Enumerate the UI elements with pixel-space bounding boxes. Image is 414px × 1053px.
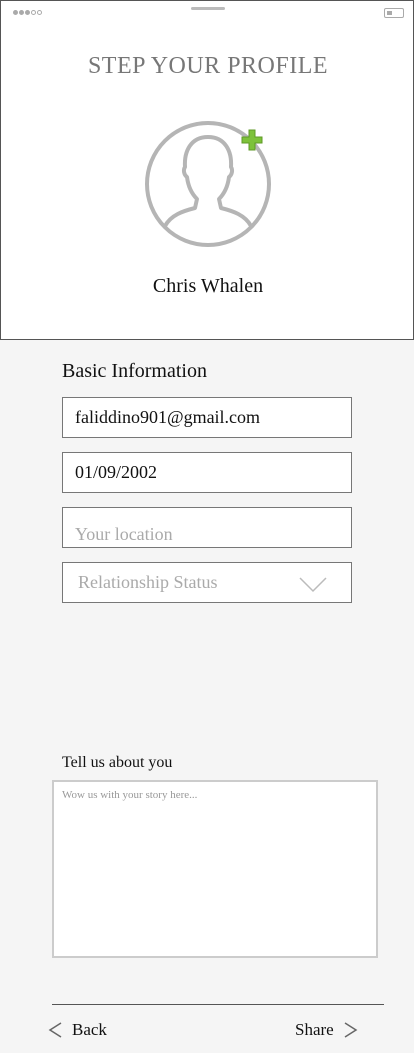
about-label: Tell us about you: [62, 754, 173, 771]
signal-icon: [13, 10, 42, 15]
about-placeholder: Wow us with your story here...: [62, 789, 198, 801]
chevron-right-icon: [344, 1022, 358, 1038]
section-heading-basic-info: Basic Information: [62, 360, 207, 382]
share-label: Share: [295, 1020, 334, 1039]
battery-icon: [384, 8, 404, 18]
back-label: Back: [72, 1020, 107, 1039]
about-textarea[interactable]: Wow us with your story here...: [52, 780, 378, 958]
location-field[interactable]: Your location: [62, 507, 352, 548]
user-name: Chris Whalen: [152, 275, 264, 297]
footer-divider: [52, 1004, 384, 1005]
page-title: STEP YOUR PROFILE: [87, 53, 329, 79]
back-button[interactable]: Back: [48, 1020, 107, 1040]
email-field[interactable]: faliddino901@gmail.com: [62, 397, 352, 438]
plus-icon[interactable]: [241, 129, 263, 151]
relationship-status-placeholder: Relationship Status: [78, 572, 218, 592]
profile-header-card: STEP YOUR PROFILE Chris Whalen: [0, 0, 414, 340]
date-of-birth-field[interactable]: 01/09/2002: [62, 452, 352, 493]
share-button[interactable]: Share: [295, 1020, 358, 1040]
chevron-down-icon: [299, 577, 327, 593]
relationship-status-select[interactable]: Relationship Status: [62, 562, 352, 603]
device-notch: [191, 7, 225, 10]
chevron-left-icon: [48, 1022, 62, 1038]
